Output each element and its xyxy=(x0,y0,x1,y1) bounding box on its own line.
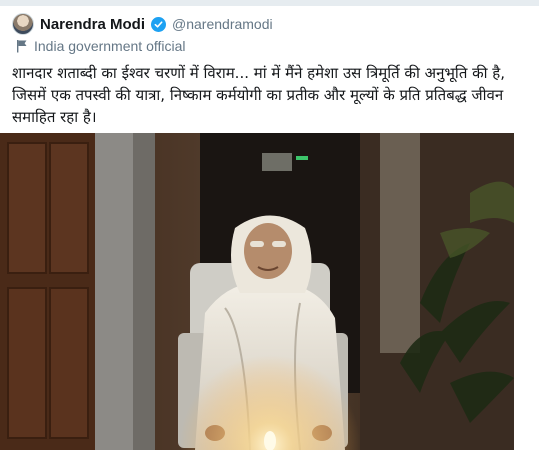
top-divider xyxy=(0,0,539,6)
tweet-header: Narendra Modi @narendramodi xyxy=(12,12,273,36)
flag-icon xyxy=(17,40,27,53)
user-handle[interactable]: @narendramodi xyxy=(172,16,273,32)
verified-badge-icon xyxy=(151,16,167,32)
government-label: India government official xyxy=(16,38,186,54)
tweet-card: Narendra Modi @narendramodi India govern… xyxy=(0,0,539,450)
tweet-text: शानदार शताब्दी का ईश्वर चरणों में विराम.… xyxy=(12,64,506,126)
display-name[interactable]: Narendra Modi xyxy=(40,16,145,33)
tweet-photo[interactable] xyxy=(0,133,514,450)
government-label-text: India government official xyxy=(34,38,186,54)
avatar[interactable] xyxy=(12,13,34,35)
